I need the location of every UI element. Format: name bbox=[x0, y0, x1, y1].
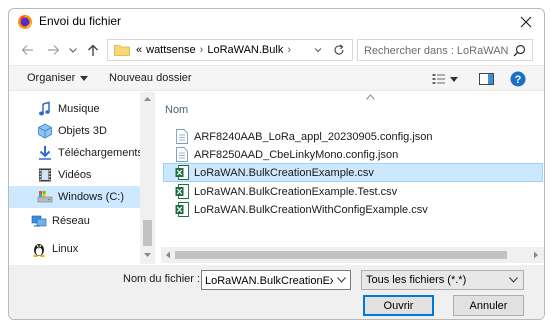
refresh-icon bbox=[334, 44, 344, 55]
sidebar-item-label: Objets 3D bbox=[58, 125, 107, 137]
open-button[interactable]: Ouvrir bbox=[363, 295, 434, 316]
breadcrumb-item-lorawan-bulk[interactable]: LoRaWAN.Bulk bbox=[207, 44, 283, 56]
arrow-right-icon bbox=[47, 45, 59, 55]
sidebar-item-3d-objects[interactable]: Objets 3D bbox=[9, 120, 140, 142]
file-dialog: Envoi du fichier « wattsense › LoRaWAN.B… bbox=[8, 8, 545, 320]
file-row[interactable]: LoRaWAN.BulkCreationWithConfigExample.cs… bbox=[163, 200, 543, 219]
file-row-selected[interactable]: LoRaWAN.BulkCreationExample.csv bbox=[163, 163, 543, 182]
csv-file-icon bbox=[175, 165, 189, 180]
file-list: Nom ARF8240AAB_LoRa_appl_20230905.config… bbox=[161, 92, 544, 264]
title-bar: Envoi du fichier bbox=[9, 9, 544, 35]
forward-button[interactable] bbox=[45, 41, 61, 59]
filename-field[interactable] bbox=[205, 273, 333, 288]
json-file-icon bbox=[176, 147, 188, 162]
videos-icon bbox=[39, 168, 51, 182]
folder-icon bbox=[114, 45, 130, 56]
chevron-down-icon[interactable] bbox=[337, 277, 346, 283]
file-name: ARF8250AAD_CbeLinkyMono.config.json bbox=[194, 148, 399, 161]
caret-down-icon bbox=[450, 76, 458, 82]
downloads-icon bbox=[39, 146, 51, 160]
column-header-name[interactable]: Nom bbox=[165, 104, 188, 116]
network-icon bbox=[31, 215, 47, 227]
filename-combobox[interactable] bbox=[201, 270, 351, 290]
sidebar-item-label: Linux bbox=[52, 243, 79, 255]
breadcrumb-separator: › bbox=[287, 44, 292, 56]
sidebar-item-videos[interactable]: Vidéos bbox=[9, 164, 140, 186]
scroll-up-icon[interactable] bbox=[141, 94, 154, 104]
sidebar-item-label: Réseau bbox=[52, 215, 90, 227]
file-name: LoRaWAN.BulkCreationExample.Test.csv bbox=[194, 185, 398, 198]
sidebar-scrollbar-thumb[interactable] bbox=[143, 220, 152, 246]
horizontal-scrollbar[interactable] bbox=[161, 247, 544, 263]
breadcrumb: « wattsense › LoRaWAN.Bulk › bbox=[136, 44, 291, 56]
window-title: Envoi du fichier bbox=[39, 14, 122, 28]
address-bar[interactable]: « wattsense › LoRaWAN.Bulk › bbox=[107, 39, 353, 61]
filetype-select[interactable]: Tous les fichiers (*.*) bbox=[361, 270, 524, 290]
new-folder-label: Nouveau dossier bbox=[109, 72, 192, 84]
scroll-left-icon[interactable] bbox=[164, 250, 172, 260]
drive-icon bbox=[37, 191, 53, 203]
file-name: ARF8240AAB_LoRa_appl_20230905.config.jso… bbox=[194, 130, 433, 143]
arrow-up-icon bbox=[88, 44, 98, 56]
sidebar-item-network[interactable]: Réseau bbox=[9, 210, 140, 232]
chevron-down-icon bbox=[509, 277, 518, 283]
sidebar-item-label: Téléchargements bbox=[58, 147, 140, 159]
search-icon bbox=[513, 44, 526, 57]
chevron-down-icon bbox=[69, 47, 77, 53]
caret-down-icon bbox=[80, 75, 89, 81]
firefox-icon bbox=[18, 15, 32, 29]
sidebar-item-label: Windows (C:) bbox=[58, 191, 125, 203]
organize-label: Organiser bbox=[27, 72, 76, 84]
file-row[interactable]: ARF8250AAD_CbeLinkyMono.config.json bbox=[163, 145, 543, 164]
breadcrumb-overflow[interactable]: « bbox=[136, 44, 142, 56]
refresh-button[interactable] bbox=[330, 42, 348, 58]
view-options-button[interactable] bbox=[432, 70, 458, 88]
csv-file-icon bbox=[175, 184, 189, 199]
back-button[interactable] bbox=[19, 41, 35, 59]
scroll-right-icon[interactable] bbox=[532, 250, 540, 260]
music-icon bbox=[39, 101, 50, 116]
file-row[interactable]: ARF8240AAB_LoRa_appl_20230905.config.jso… bbox=[163, 127, 543, 146]
details-view-icon bbox=[432, 74, 445, 84]
preview-pane-icon bbox=[479, 73, 494, 85]
arrow-left-icon bbox=[21, 45, 33, 55]
recent-locations-button[interactable] bbox=[67, 41, 79, 59]
sidebar-item-label: Vidéos bbox=[58, 169, 92, 181]
sidebar-item-windows-c[interactable]: Windows (C:) bbox=[9, 186, 140, 208]
close-icon bbox=[520, 16, 532, 28]
sidebar-item-music[interactable]: Musique bbox=[9, 98, 140, 120]
file-name: LoRaWAN.BulkCreationExample.csv bbox=[194, 166, 374, 179]
filename-label: Nom du fichier : bbox=[123, 273, 201, 285]
preview-pane-button[interactable] bbox=[479, 70, 494, 88]
new-folder-button[interactable]: Nouveau dossier bbox=[109, 72, 192, 84]
command-bar: Organiser Nouveau dossier ? bbox=[9, 65, 544, 91]
help-icon: ? bbox=[510, 71, 526, 87]
search-box[interactable] bbox=[357, 39, 533, 61]
sidebar-item-label: Musique bbox=[58, 103, 100, 115]
linux-icon bbox=[33, 244, 45, 257]
cancel-button[interactable]: Annuler bbox=[453, 295, 524, 316]
up-button[interactable] bbox=[85, 41, 101, 59]
3d-objects-icon bbox=[38, 123, 52, 139]
scroll-down-icon[interactable] bbox=[141, 250, 154, 260]
sidebar-item-linux[interactable]: Linux bbox=[9, 238, 140, 260]
organize-button[interactable]: Organiser bbox=[27, 72, 89, 84]
filetype-value: Tous les fichiers (*.*) bbox=[366, 274, 467, 286]
file-name: LoRaWAN.BulkCreationWithConfigExample.cs… bbox=[194, 203, 428, 216]
breadcrumb-separator: › bbox=[199, 44, 204, 56]
sort-ascending-icon bbox=[366, 94, 375, 100]
dialog-footer: Nom du fichier : Tous les fichiers (*.*)… bbox=[9, 265, 544, 319]
json-file-icon bbox=[176, 129, 188, 144]
address-dropdown-icon[interactable] bbox=[312, 44, 324, 56]
file-row[interactable]: LoRaWAN.BulkCreationExample.Test.csv bbox=[163, 182, 543, 201]
horizontal-scrollbar-thumb[interactable] bbox=[175, 251, 507, 259]
close-button[interactable] bbox=[514, 11, 538, 33]
help-button[interactable]: ? bbox=[510, 70, 526, 88]
svg-text:?: ? bbox=[515, 74, 522, 86]
sidebar-item-downloads[interactable]: Téléchargements bbox=[9, 142, 140, 164]
navigation-pane: Musique Objets 3D Téléchargements Vidéos… bbox=[9, 92, 155, 264]
search-input[interactable] bbox=[364, 43, 509, 58]
breadcrumb-item-wattsense[interactable]: wattsense bbox=[146, 44, 196, 56]
csv-file-icon bbox=[175, 202, 189, 217]
